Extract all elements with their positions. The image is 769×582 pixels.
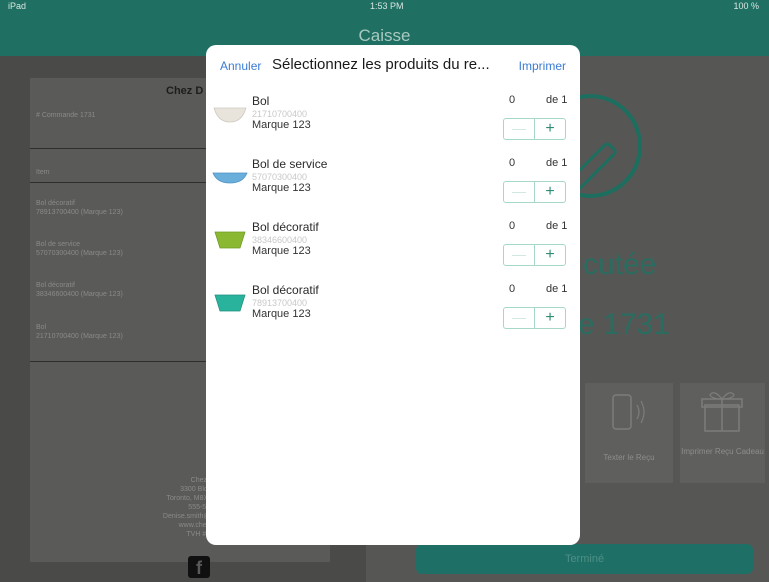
product-name: Bol: [252, 94, 270, 108]
product-brand: Marque 123: [252, 245, 311, 257]
gift-receipt-label: Imprimer Reçu Cadeau: [681, 447, 764, 456]
selected-quantity: 0: [509, 220, 516, 232]
available-quantity: de 1: [546, 283, 568, 295]
modal-title: Sélectionnez les produits du re...: [272, 56, 490, 73]
increment-button[interactable]: +: [535, 245, 565, 265]
product-code: 21710700400: [252, 109, 308, 119]
battery-indicator: 100 %: [733, 1, 759, 11]
print-button[interactable]: Imprimer: [519, 59, 566, 73]
available-quantity: de 1: [546, 220, 568, 232]
receipt-store-name: Chez D: [166, 85, 204, 97]
receipt-item-header: Item: [36, 169, 50, 176]
product-row: Bol décoratif 38346600400 Marque 123 0 d…: [206, 218, 580, 278]
decrement-button[interactable]: —: [504, 182, 535, 202]
clock: 1:53 PM: [370, 1, 404, 11]
receipt-item: Bol décoratif 38346600400 (Marque 123): [36, 282, 123, 298]
carrier-label: iPad: [8, 1, 27, 11]
receipt-item: Bol décoratif 78913700400 (Marque 123): [36, 200, 123, 216]
phone-icon: [612, 394, 645, 430]
executed-text: cutée: [583, 248, 657, 281]
product-row: Bol de service 57070300400 Marque 123 0 …: [206, 155, 580, 215]
receipt-item: Bol 21710700400 (Marque 123): [36, 324, 123, 340]
decrement-button[interactable]: —: [504, 119, 535, 139]
available-quantity: de 1: [546, 157, 568, 169]
selected-quantity: 0: [509, 283, 516, 295]
increment-button[interactable]: +: [535, 182, 565, 202]
product-code: 57070300400: [252, 172, 308, 182]
increment-button[interactable]: +: [535, 308, 565, 328]
decorative-bowl-icon: [214, 294, 246, 312]
status-bar: iPad 1:53 PM 100 %: [0, 0, 769, 14]
order-number-text: e 1731: [578, 308, 670, 341]
product-name: Bol décoratif: [252, 220, 319, 234]
product-brand: Marque 123: [252, 308, 311, 320]
bowl-icon: [213, 107, 247, 123]
quantity-stepper: — +: [503, 181, 566, 203]
receipt-item: Bol de service 57070300400 (Marque 123): [36, 241, 123, 257]
text-receipt-button[interactable]: Texter le Reçu: [585, 383, 673, 483]
decrement-button[interactable]: —: [504, 245, 535, 265]
product-row: Bol 21710700400 Marque 123 0 de 1 — +: [206, 92, 580, 152]
product-selection-modal: Annuler Sélectionnez les produits du re.…: [206, 45, 580, 545]
product-brand: Marque 123: [252, 119, 311, 131]
receipt-footer: Chez D 3300 Bloor Toronto, M8X 2 555-555…: [162, 477, 214, 538]
quantity-stepper: — +: [503, 118, 566, 140]
gift-icon: [701, 392, 743, 432]
done-button[interactable]: Terminé: [416, 544, 753, 574]
text-receipt-label: Texter le Reçu: [603, 453, 655, 462]
product-row: Bol décoratif 78913700400 Marque 123 0 d…: [206, 281, 580, 341]
cancel-button[interactable]: Annuler: [220, 59, 261, 73]
decorative-bowl-icon: [214, 231, 246, 249]
product-code: 78913700400: [252, 298, 308, 308]
increment-button[interactable]: +: [535, 119, 565, 139]
product-name: Bol décoratif: [252, 283, 319, 297]
product-brand: Marque 123: [252, 182, 311, 194]
decrement-button[interactable]: —: [504, 308, 535, 328]
quantity-stepper: — +: [503, 307, 566, 329]
selected-quantity: 0: [509, 157, 516, 169]
product-name: Bol de service: [252, 157, 328, 171]
receipt-order-number: # Commande 1731: [36, 112, 96, 119]
selected-quantity: 0: [509, 94, 516, 106]
facebook-icon[interactable]: f: [188, 556, 210, 578]
available-quantity: de 1: [546, 94, 568, 106]
nav-title: Caisse: [358, 26, 411, 45]
serving-bowl-icon: [212, 172, 248, 184]
quantity-stepper: — +: [503, 244, 566, 266]
gift-receipt-button[interactable]: Imprimer Reçu Cadeau: [680, 383, 765, 483]
product-code: 38346600400: [252, 235, 308, 245]
